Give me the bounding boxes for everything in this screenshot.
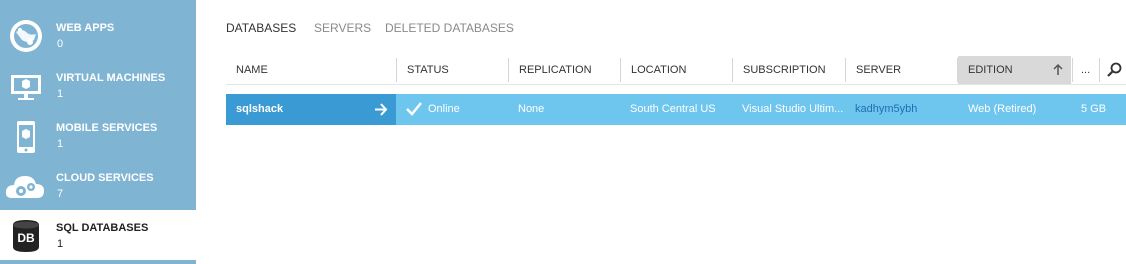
- sidebar-item-sql-databases[interactable]: DB SQL DATABASES 1: [0, 210, 196, 260]
- server-link[interactable]: kadhym5ybh: [855, 94, 917, 125]
- checkmark-icon: [406, 94, 422, 130]
- database-icon: DB: [8, 218, 44, 254]
- sidebar-item-count: 7: [57, 188, 64, 200]
- column-header-edition[interactable]: EDITION: [958, 56, 1071, 84]
- sidebar-item-count: 1: [57, 138, 64, 150]
- sidebar-item-label: MOBILE SERVICES: [56, 122, 158, 134]
- column-divider: [1099, 58, 1100, 82]
- column-header-edition-label: EDITION: [968, 64, 1013, 76]
- table-header: NAME STATUS REPLICATION LOCATION SUBSCRI…: [226, 56, 1126, 84]
- sidebar-item-label: VIRTUAL MACHINES: [56, 72, 166, 84]
- status-value: Online: [428, 103, 460, 115]
- column-header-replication[interactable]: REPLICATION: [509, 56, 620, 84]
- table-row[interactable]: sqlshack Online None South Central US Vi…: [226, 94, 1126, 125]
- arrow-right-icon[interactable]: [374, 94, 388, 130]
- monitor-icon: [8, 68, 44, 104]
- search-icon[interactable]: [1102, 56, 1126, 84]
- sort-ascending-icon: [1053, 56, 1063, 95]
- tab-deleted-databases[interactable]: DELETED DATABASES: [385, 21, 514, 35]
- sidebar-item-count: 0: [57, 38, 64, 50]
- sidebar-item-label: SQL DATABASES: [56, 222, 149, 234]
- sidebar-item-virtual-machines[interactable]: VIRTUAL MACHINES 1: [0, 60, 196, 110]
- sidebar-bottom-bar: [0, 260, 196, 264]
- database-icon-badge: DB: [17, 231, 35, 245]
- globe-icon: [8, 18, 44, 54]
- sidebar-item-label: CLOUD SERVICES: [56, 172, 154, 184]
- tab-databases[interactable]: DATABASES: [226, 21, 296, 35]
- sidebar-item-cloud-services[interactable]: CLOUD SERVICES 7: [0, 160, 196, 210]
- column-header-subscription[interactable]: SUBSCRIPTION: [733, 56, 845, 84]
- column-header-location[interactable]: LOCATION: [621, 56, 732, 84]
- sidebar-item-label: WEB APPS: [56, 22, 115, 34]
- cloud-gear-icon: [4, 168, 46, 204]
- phone-icon: [8, 118, 44, 154]
- sidebar-item-count: 1: [57, 88, 64, 100]
- size-value: 5 GB: [1081, 103, 1107, 115]
- name-cell[interactable]: sqlshack: [226, 94, 396, 125]
- column-header-server[interactable]: SERVER: [846, 56, 957, 84]
- subscription-value: Visual Studio Ultim...: [742, 103, 844, 115]
- column-header-name[interactable]: NAME: [226, 56, 396, 84]
- column-header-status[interactable]: STATUS: [397, 56, 508, 84]
- sidebar-item-mobile-services[interactable]: MOBILE SERVICES 1: [0, 110, 196, 160]
- sidebar-item-count: 1: [57, 238, 64, 250]
- replication-value: None: [518, 103, 545, 115]
- sidebar-item-web-apps[interactable]: WEB APPS 0: [0, 10, 196, 60]
- edition-value: Web (Retired): [968, 103, 1037, 115]
- more-columns-button[interactable]: ...: [1073, 56, 1099, 84]
- tab-servers[interactable]: SERVERS: [314, 21, 371, 35]
- location-value: South Central US: [630, 103, 716, 115]
- header-divider: [226, 84, 1126, 85]
- database-name[interactable]: sqlshack: [236, 94, 283, 125]
- sidebar: WEB APPS 0 VIRTUAL MACHINES 1 MOBILE SER…: [0, 0, 196, 264]
